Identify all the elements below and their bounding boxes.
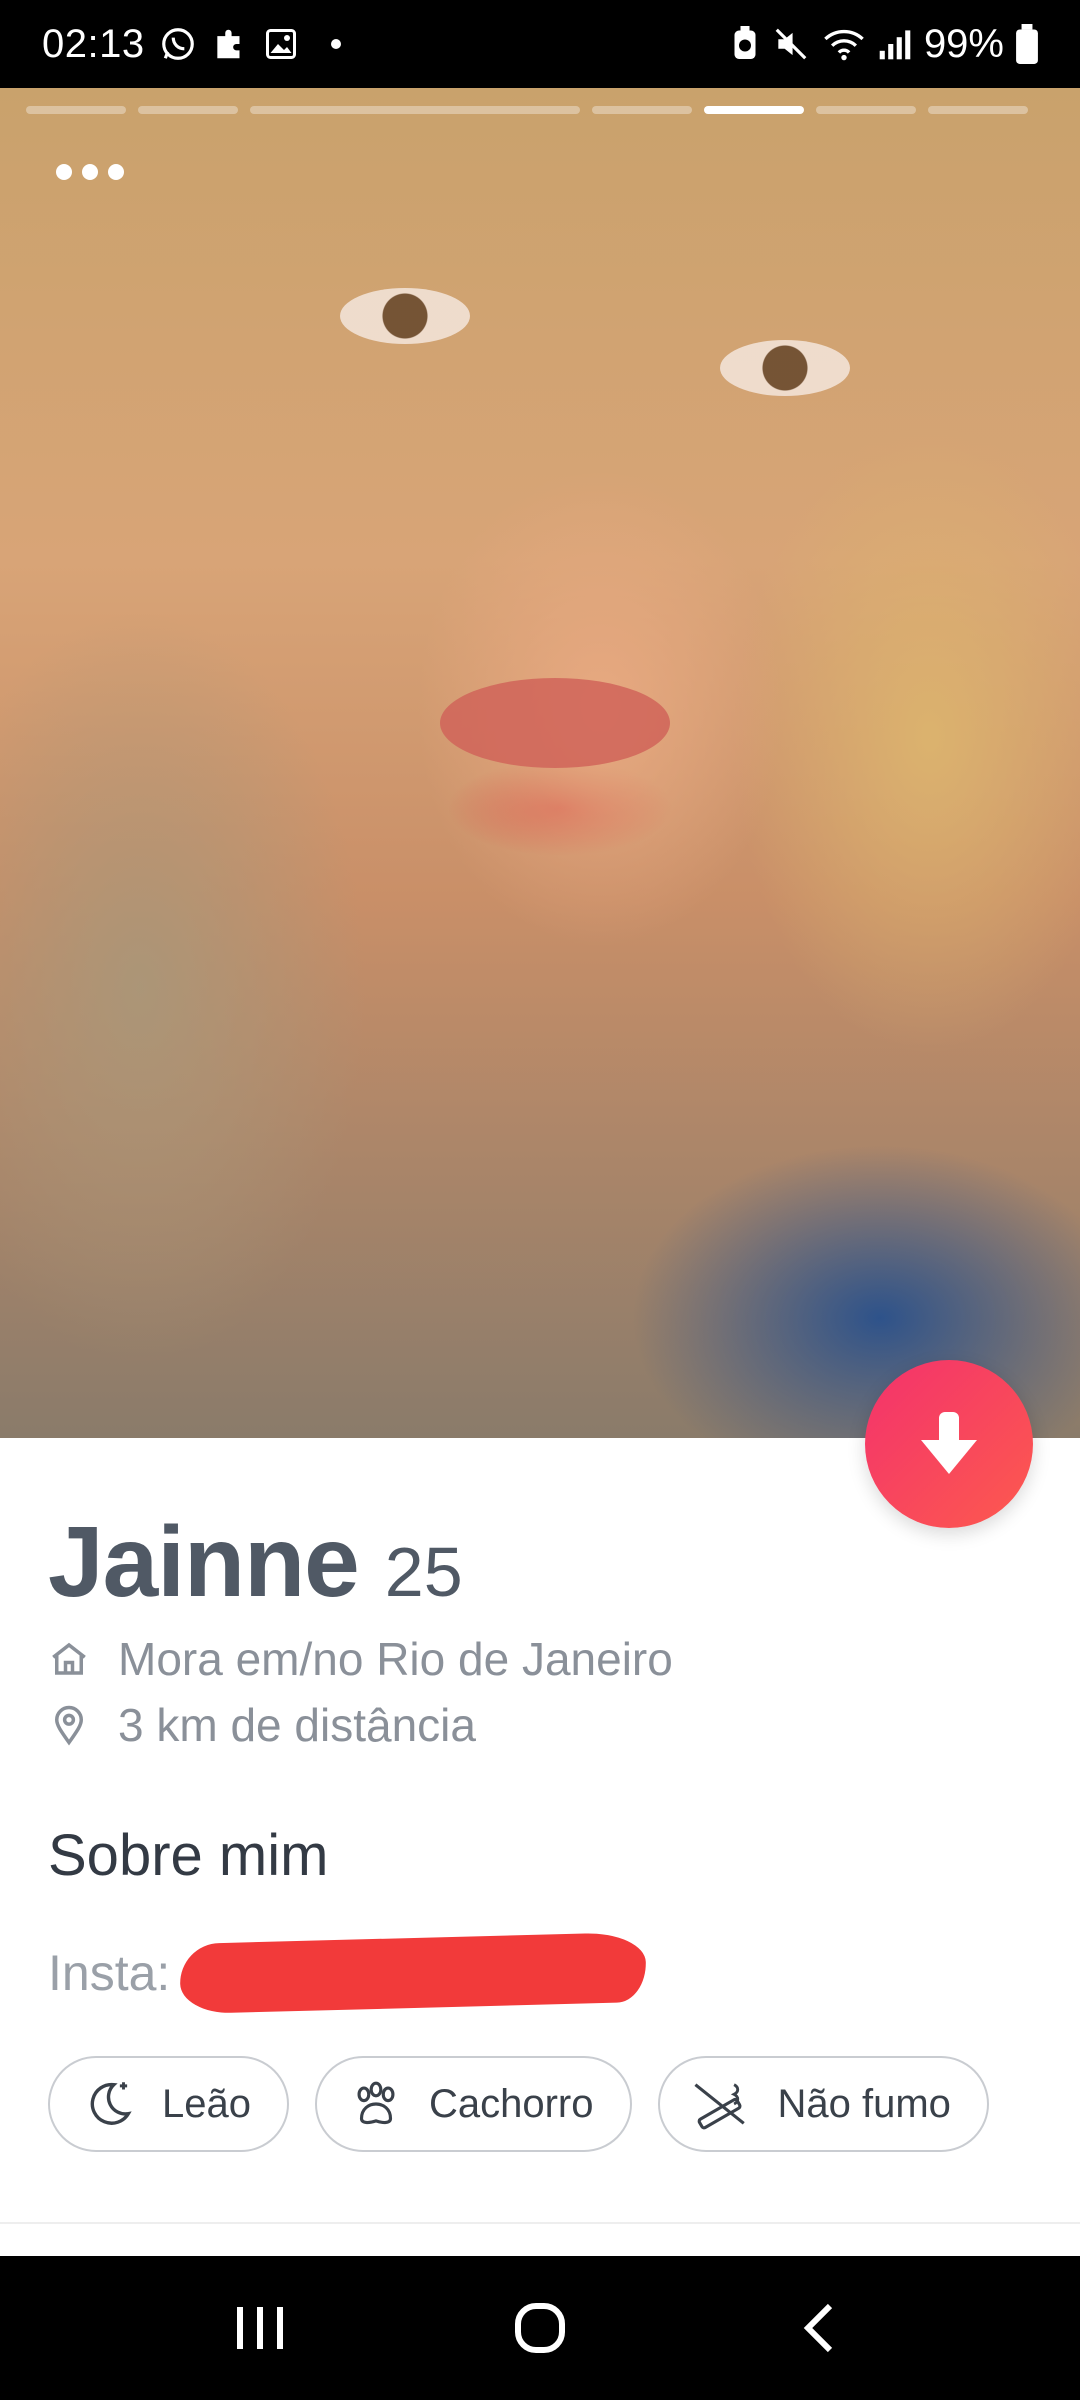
interest-chips: Leão Cachorro Não fumo: [48, 2056, 989, 2152]
bio-text: Insta:: [48, 1944, 170, 2002]
name-age-row: Jainne 25: [48, 1505, 463, 1620]
recent-apps-button[interactable]: [200, 2278, 320, 2378]
mute-icon: [772, 25, 810, 63]
whatsapp-icon: [159, 25, 197, 63]
moon-star-icon: [90, 2082, 132, 2125]
photo-detail: [340, 288, 470, 344]
chip-zodiac[interactable]: Leão: [48, 2056, 289, 2152]
home-circle-icon: [515, 2303, 565, 2353]
signal-icon: [878, 27, 912, 61]
puzzle-icon: [211, 25, 249, 63]
section-divider: [0, 2222, 1080, 2224]
photo-progress: [26, 106, 1054, 114]
home-button[interactable]: [480, 2278, 600, 2378]
photo-progress-segment-active[interactable]: [704, 106, 804, 114]
profile-photo[interactable]: [0, 88, 1080, 1438]
chip-smoking[interactable]: Não fumo: [657, 2056, 989, 2152]
battery-icon: [1016, 24, 1038, 64]
about-title: Sobre mim: [48, 1823, 329, 1888]
lives-in-text: Mora em/no Rio de Janeiro: [118, 1633, 673, 1685]
profile-name: Jainne: [48, 1506, 360, 1618]
battery-percent: 99%: [923, 21, 1004, 66]
distance-text: 3 km de distância: [118, 1699, 476, 1751]
back-icon: [803, 2303, 833, 2353]
distance-row: 3 km de distância: [48, 1698, 476, 1752]
photo-progress-segment[interactable]: [138, 106, 238, 114]
photo-detail: [440, 678, 670, 768]
status-time: 02:13: [42, 21, 145, 66]
notification-dot: [330, 39, 341, 49]
system-nav-bar: [0, 2256, 1080, 2400]
paw-icon: [357, 2081, 395, 2125]
bio-prefix: Insta:: [48, 1945, 171, 2001]
collapse-profile-button[interactable]: [865, 1360, 1033, 1528]
wifi-icon: [822, 25, 866, 63]
arrow-down-icon: [921, 1412, 977, 1474]
lives-in-row: Mora em/no Rio de Janeiro: [48, 1632, 673, 1686]
chip-pet[interactable]: Cachorro: [314, 2056, 632, 2152]
recent-apps-icon: [237, 2307, 283, 2349]
status-bar: 02:13 99%: [0, 0, 1080, 88]
photo-progress-segment[interactable]: [250, 106, 580, 114]
photo-detail: [720, 340, 850, 396]
chip-pet-label: Cachorro: [428, 2081, 594, 2126]
more-options-icon[interactable]: [56, 164, 124, 180]
home-icon: [52, 1642, 86, 1675]
redaction-mark: [179, 1931, 647, 2015]
profile-age: 25: [384, 1533, 463, 1611]
photo-progress-segment[interactable]: [928, 106, 1028, 114]
chip-zodiac-label: Leão: [162, 2081, 251, 2126]
location-pin-icon: [54, 1705, 84, 1746]
no-smoking-icon: [693, 2083, 745, 2130]
photo-progress-segment[interactable]: [26, 106, 126, 114]
photo-progress-segment[interactable]: [816, 106, 916, 114]
photo-progress-segment[interactable]: [592, 106, 692, 114]
back-button[interactable]: [760, 2278, 880, 2378]
gallery-icon: [263, 26, 299, 62]
chip-smoking-label: Não fumo: [777, 2081, 951, 2126]
battery-saver-icon: [730, 26, 760, 62]
